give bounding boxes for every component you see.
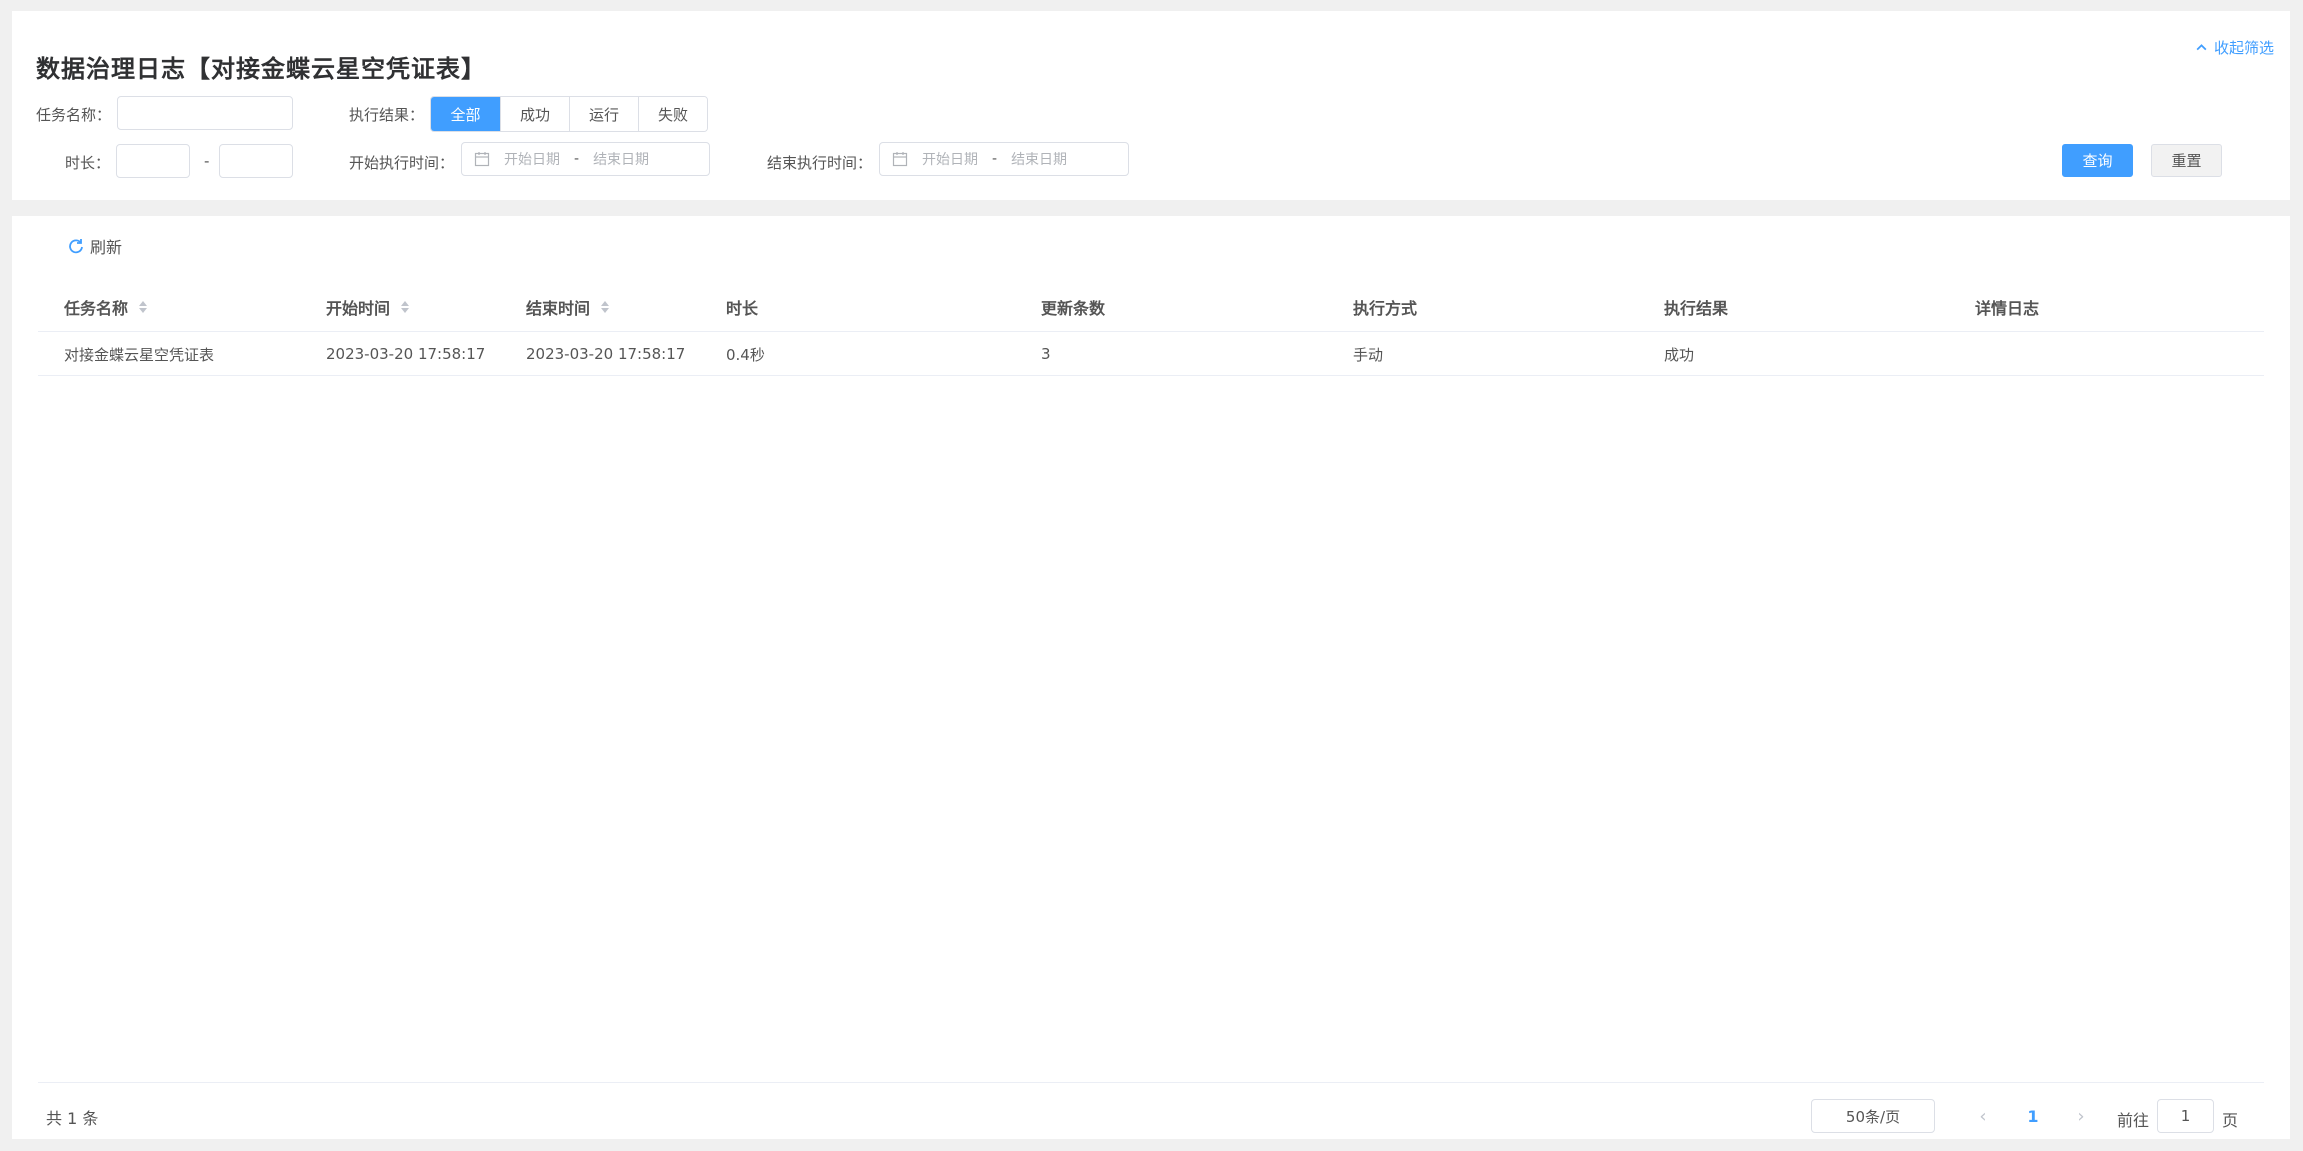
result-segmented-control: 全部 成功 运行 失败	[430, 96, 708, 132]
table-panel: 刷新 任务名称 开始时间 结束时间 时长 更新条数 执行方式 执行结果 详情日志…	[12, 216, 2290, 1139]
result-option-all[interactable]: 全部	[431, 97, 500, 131]
cell-exec-result: 成功	[1664, 345, 1695, 364]
collapse-filter-label: 收起筛选	[2213, 39, 2274, 57]
column-header-exec-mode: 执行方式	[1353, 299, 1418, 318]
refresh-button[interactable]: 刷新	[68, 234, 122, 258]
start-range-to-placeholder: 结束日期	[593, 152, 650, 168]
cell-end-time: 2023-03-20 17:58:17	[526, 345, 686, 363]
calendar-icon	[474, 152, 490, 167]
next-page-button[interactable]: ›	[2066, 1099, 2096, 1133]
duration-label: 时长：	[65, 154, 111, 172]
column-header-label: 结束时间	[526, 299, 591, 318]
cell-duration: 0.4秒	[726, 345, 765, 364]
result-option-failed[interactable]: 失败	[638, 97, 707, 131]
total-count: 共 1 条	[46, 1109, 99, 1128]
column-header-update-count: 更新条数	[1041, 299, 1106, 318]
cell-start-time: 2023-03-20 17:58:17	[326, 345, 486, 363]
end-range-from-placeholder: 开始日期	[922, 152, 978, 168]
filter-panel: 数据治理日志【对接金蝶云星空凭证表】 收起筛选 任务名称： 执行结果： 全部 成…	[12, 11, 2290, 200]
query-button[interactable]: 查询	[2062, 144, 2133, 177]
end-range-to-placeholder: 结束日期	[1011, 152, 1068, 168]
prev-page-button[interactable]: ‹	[1968, 1099, 1998, 1133]
task-name-input[interactable]	[117, 96, 293, 130]
chevron-right-icon: ›	[2077, 1105, 2085, 1127]
page-number-current[interactable]: 1	[2016, 1099, 2050, 1133]
column-header-start-time[interactable]: 开始时间	[326, 282, 410, 332]
sort-icon[interactable]	[400, 300, 410, 314]
reset-button[interactable]: 重置	[2151, 144, 2222, 177]
start-time-range-picker[interactable]: 开始日期 - 结束日期	[461, 142, 710, 176]
column-header-end-time[interactable]: 结束时间	[526, 282, 610, 332]
duration-max-input[interactable]	[219, 144, 293, 178]
end-time-label: 结束执行时间：	[767, 154, 873, 172]
result-option-running[interactable]: 运行	[569, 97, 638, 131]
calendar-icon	[892, 152, 908, 167]
column-header-duration: 时长	[726, 299, 759, 318]
goto-suffix: 页	[2222, 1111, 2239, 1130]
table-row[interactable]: 对接金蝶云星空凭证表 2023-03-20 17:58:17 2023-03-2…	[38, 332, 2264, 376]
chevron-up-icon	[2196, 44, 2207, 51]
collapse-filter-button[interactable]: 收起筛选	[2195, 37, 2274, 58]
sort-icon[interactable]	[138, 300, 148, 314]
task-name-label: 任务名称：	[36, 106, 112, 124]
column-header-detail-log: 详情日志	[1975, 299, 2040, 318]
column-header-task-name[interactable]: 任务名称	[64, 282, 148, 332]
goto-prefix: 前往	[2117, 1111, 2150, 1130]
column-header-exec-result: 执行结果	[1664, 299, 1729, 318]
sort-icon[interactable]	[600, 300, 610, 314]
refresh-icon	[69, 239, 83, 254]
column-header-label: 开始时间	[326, 299, 391, 318]
duration-min-input[interactable]	[116, 144, 190, 178]
chevron-left-icon: ‹	[1979, 1105, 1987, 1127]
cell-update-count: 3	[1041, 345, 1051, 363]
cell-task-name: 对接金蝶云星空凭证表	[64, 345, 215, 364]
start-range-from-placeholder: 开始日期	[504, 152, 560, 168]
result-label: 执行结果：	[349, 106, 425, 124]
refresh-label: 刷新	[90, 238, 123, 257]
end-range-separator: -	[992, 151, 998, 167]
table-header: 任务名称 开始时间 结束时间 时长 更新条数 执行方式 执行结果 详情日志	[38, 282, 2264, 332]
start-time-label: 开始执行时间：	[349, 154, 455, 172]
page-title: 数据治理日志【对接金蝶云星空凭证表】	[36, 55, 486, 83]
page-size-select[interactable]: 50条/页	[1811, 1099, 1935, 1133]
duration-separator: -	[204, 152, 210, 170]
cell-exec-mode: 手动	[1353, 345, 1384, 364]
start-range-separator: -	[574, 151, 580, 167]
column-header-label: 任务名称	[64, 299, 129, 318]
result-option-success[interactable]: 成功	[500, 97, 569, 131]
end-time-range-picker[interactable]: 开始日期 - 结束日期	[879, 142, 1129, 176]
goto-page-input[interactable]: 1	[2157, 1099, 2214, 1133]
footer-divider	[38, 1082, 2264, 1083]
